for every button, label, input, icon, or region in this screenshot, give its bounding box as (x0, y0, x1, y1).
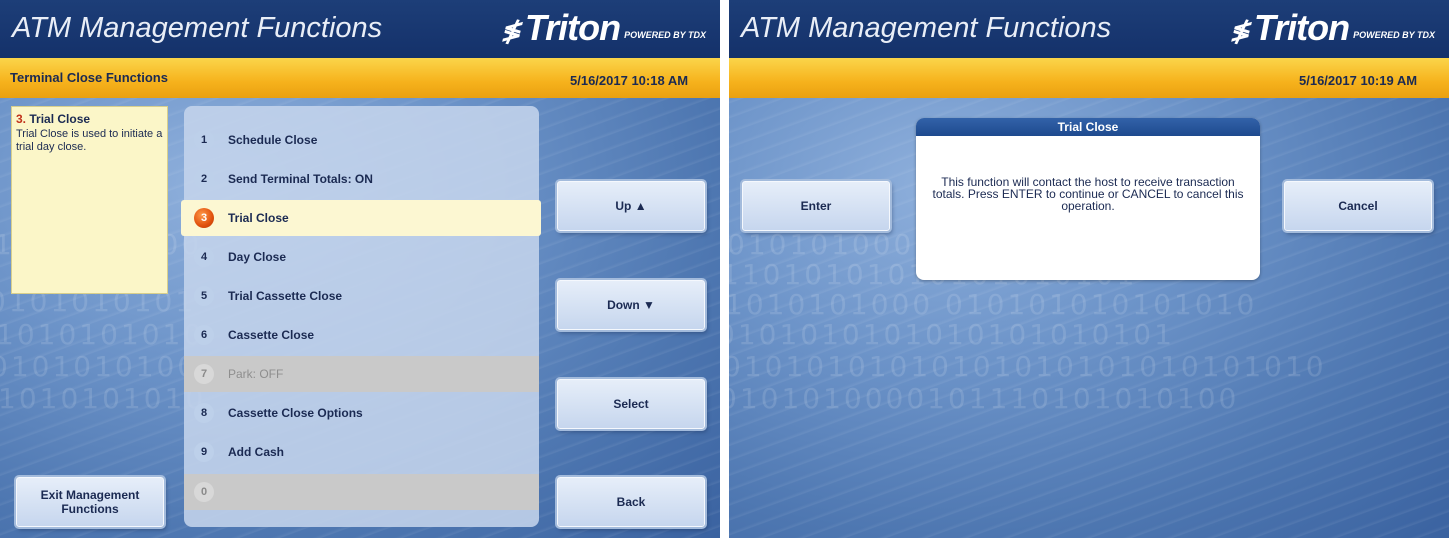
logo-subtitle: POWERED BY TDX (1353, 30, 1435, 40)
menu-item-label: Trial Cassette Close (228, 289, 343, 303)
header-title: ATM Management Functions (12, 12, 383, 44)
logo-text: Triton (1253, 7, 1350, 48)
exit-management-button[interactable]: Exit Management Functions (16, 477, 164, 527)
menu-item-number: 3 (194, 208, 214, 228)
menu-item-8[interactable]: 8 Cassette Close Options (184, 395, 539, 431)
back-button[interactable]: Back (557, 477, 705, 527)
menu-item-7: 7 Park: OFF (184, 356, 539, 392)
menu-item-4[interactable]: 4 Day Close (184, 239, 539, 275)
function-menu: 1 Schedule Close 2 Send Terminal Totals: ON… (181, 106, 541, 527)
menu-item-number: 0 (194, 482, 214, 502)
dialog-title: Trial Close (916, 118, 1260, 136)
header-bar: ATM Management Functions ≸ Triton POWERE… (0, 0, 720, 58)
menu-item-label: Cassette Close (228, 328, 315, 342)
dialog-message: This function will contact the host to r… (932, 175, 1244, 213)
cancel-button[interactable]: Cancel (1284, 181, 1432, 231)
menu-item-0: 0 (184, 474, 539, 510)
up-button[interactable]: Up ▲ (557, 181, 705, 231)
menu-item-label: Cassette Close Options (228, 406, 363, 420)
menu-item-label: Add Cash (228, 445, 285, 459)
select-button[interactable]: Select (557, 379, 705, 429)
enter-button[interactable]: Enter (742, 181, 890, 231)
menu-item-number: 1 (194, 130, 214, 150)
menu-item-label: Park: OFF (228, 367, 284, 381)
menu-item-2[interactable]: 2 Send Terminal Totals: ON (184, 161, 539, 197)
menu-item-number: 6 (194, 325, 214, 345)
trial-close-dialog: Trial Close This function will contact t… (916, 118, 1260, 280)
menu-item-number: 8 (194, 403, 214, 423)
help-title-text: Trial Close (29, 112, 91, 126)
menu-item-number: 7 (194, 364, 214, 384)
menu-item-9[interactable]: 9 Add Cash (184, 434, 539, 470)
binary-watermark: 01010101010101010101010101010 (729, 350, 1327, 383)
menu-item-3[interactable]: 3 Trial Close (181, 200, 541, 236)
logo-subtitle: POWERED BY TDX (624, 30, 706, 40)
triton-mark-icon: ≸ (500, 18, 521, 45)
menu-item-label: Trial Close (228, 211, 289, 225)
triton-logo: ≸ Triton POWERED BY TDX (501, 10, 706, 46)
atm-screen-dialog: 01010100010101 11010101010101010101 1010… (729, 0, 1449, 538)
header-bar: ATM Management Functions ≸ Triton POWERE… (729, 0, 1449, 58)
menu-item-label: Day Close (228, 250, 287, 264)
help-description: Trial Close is used to initiate a trial … (16, 128, 163, 153)
binary-watermark: 1010101000 010101010101010 (729, 288, 1258, 321)
atm-screen-menu: 1010101000 0101010101 1010101010 0101010… (0, 0, 720, 538)
menu-item-number: 4 (194, 247, 214, 267)
triton-logo: ≸ Triton POWERED BY TDX (1230, 10, 1435, 46)
menu-item-label: Send Terminal Totals: ON (228, 172, 373, 186)
menu-item-number: 9 (194, 442, 214, 462)
section-title: Terminal Close Functions (10, 70, 168, 85)
datetime: 5/16/2017 10:19 AM (1299, 73, 1418, 88)
down-button[interactable]: Down ▼ (557, 280, 705, 330)
binary-watermark: 0101010101010101010101 (729, 318, 1175, 351)
menu-item-label: Schedule Close (228, 133, 318, 147)
binary-watermark: 0101010000101110101010100 (729, 382, 1240, 415)
logo-text: Triton (524, 7, 621, 48)
triton-mark-icon: ≸ (1229, 18, 1250, 45)
sub-header-bar: 5/16/2017 10:19 AM (729, 58, 1449, 98)
header-title: ATM Management Functions (741, 12, 1112, 44)
menu-item-5[interactable]: 5 Trial Cassette Close (184, 278, 539, 314)
menu-item-6[interactable]: 6 Cassette Close (184, 317, 539, 353)
datetime: 5/16/2017 10:18 AM (570, 73, 689, 88)
sub-header-bar: Terminal Close Functions 5/16/2017 10:18… (0, 58, 720, 98)
menu-item-number: 5 (194, 286, 214, 306)
menu-item-1[interactable]: 1 Schedule Close (184, 122, 539, 158)
help-panel: 3. Trial Close Trial Close is used to in… (11, 106, 168, 294)
menu-item-number: 2 (194, 169, 214, 189)
help-number: 3. (16, 112, 27, 126)
help-title: 3. Trial Close (16, 112, 163, 126)
